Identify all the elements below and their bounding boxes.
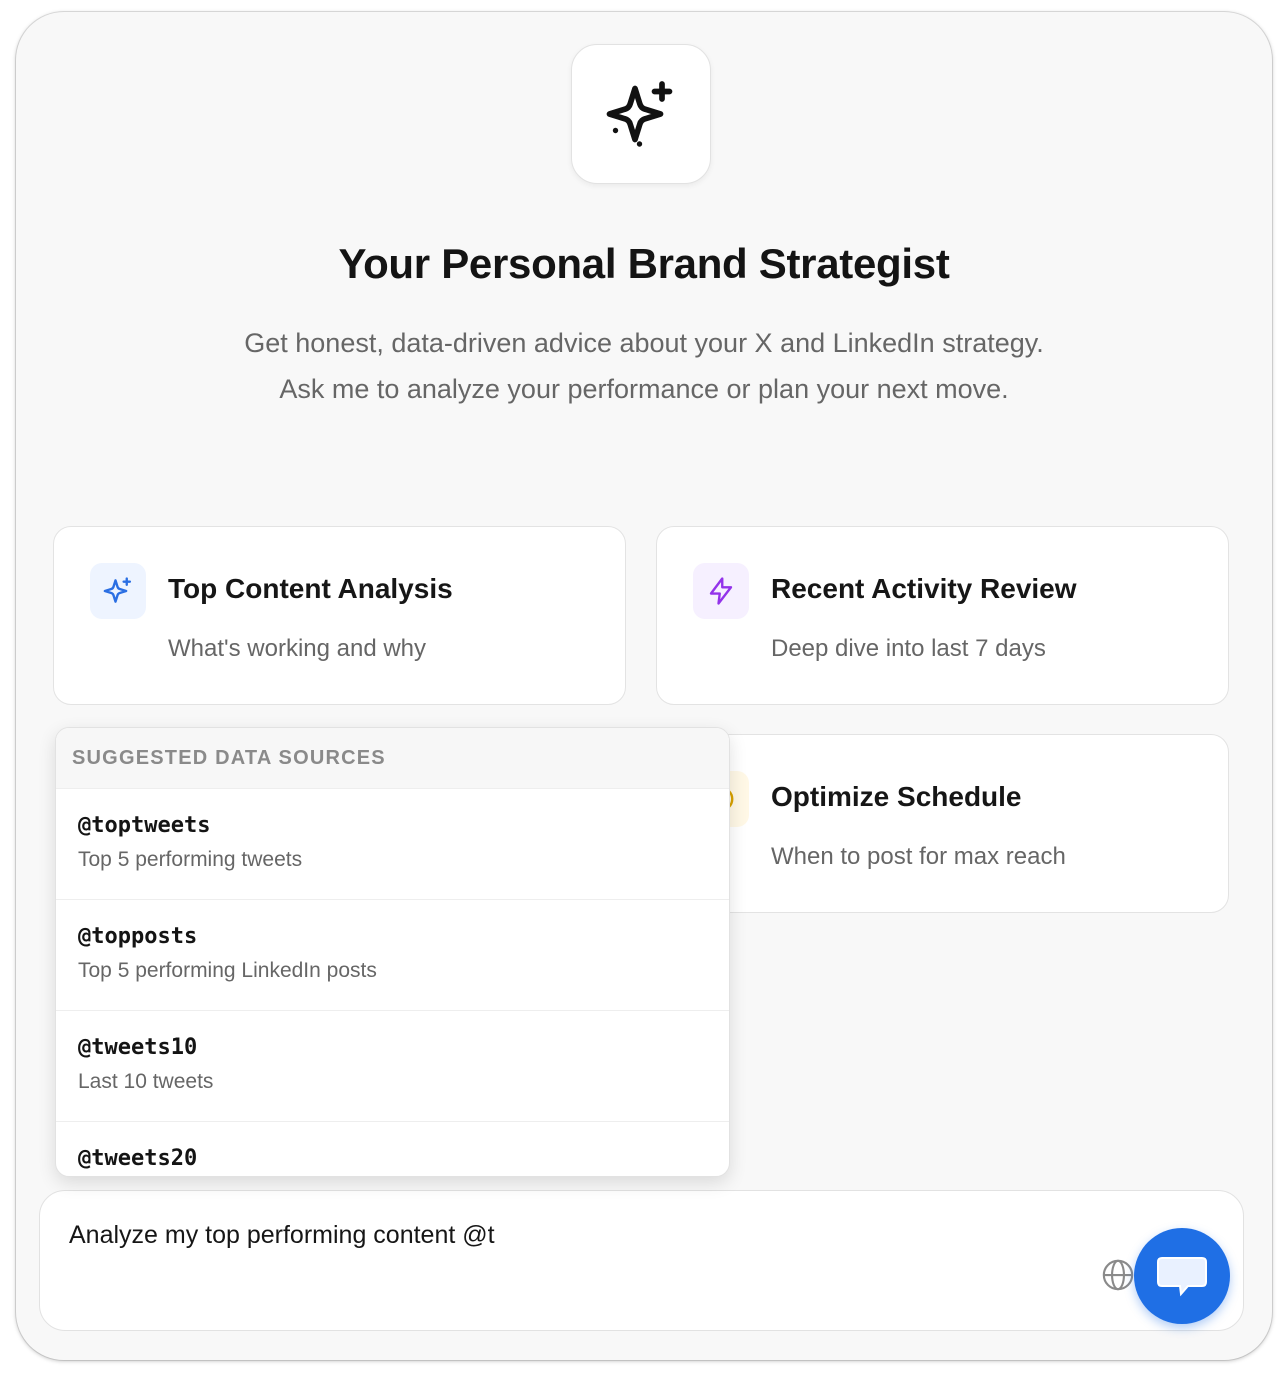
- suggestion-description: Last 10 tweets: [78, 1070, 214, 1093]
- card-description: What's working and why: [168, 635, 427, 662]
- page-title: Your Personal Brand Strategist: [338, 240, 950, 287]
- suggestions-header: SUGGESTED DATA SOURCES: [56, 728, 729, 788]
- card-optimize-schedule[interactable]: Optimize Schedule When to post for max r…: [656, 734, 1229, 913]
- hero-sparkles-icon: [571, 44, 711, 184]
- send-message-icon: [1154, 1252, 1210, 1300]
- send-button[interactable]: [1134, 1228, 1230, 1324]
- card-title: Optimize Schedule: [771, 781, 1022, 812]
- sparkles-icon: [90, 563, 146, 619]
- card-description: Deep dive into last 7 days: [771, 635, 1046, 662]
- suggestion-item-topposts[interactable]: @topposts Top 5 performing LinkedIn post…: [56, 899, 729, 1010]
- suggestions-dropdown: SUGGESTED DATA SOURCES @toptweets Top 5 …: [55, 727, 730, 1177]
- globe-icon[interactable]: [1100, 1257, 1136, 1293]
- suggestion-item-tweets10[interactable]: @tweets10 Last 10 tweets: [56, 1010, 729, 1121]
- suggestion-item-tweets20[interactable]: @tweets20: [56, 1121, 729, 1176]
- suggestion-description: Top 5 performing LinkedIn posts: [78, 959, 377, 982]
- suggestion-command: @toptweets: [78, 813, 211, 838]
- message-input[interactable]: Analyze my top performing content @t: [69, 1221, 495, 1250]
- suggestion-command: @tweets10: [78, 1035, 198, 1060]
- card-top-content-analysis[interactable]: Top Content Analysis What's working and …: [53, 526, 626, 705]
- lightning-icon: [693, 563, 749, 619]
- suggestion-command: @tweets20: [78, 1146, 198, 1171]
- app-window: Your Personal Brand Strategist Get hones…: [16, 12, 1272, 1360]
- suggestion-command: @topposts: [78, 924, 198, 949]
- message-composer[interactable]: Analyze my top performing content @t: [39, 1190, 1244, 1331]
- card-title: Top Content Analysis: [168, 573, 453, 604]
- card-recent-activity-review[interactable]: Recent Activity Review Deep dive into la…: [656, 526, 1229, 705]
- card-title: Recent Activity Review: [771, 573, 1077, 604]
- card-description: When to post for max reach: [771, 843, 1066, 870]
- footer-hint: [16, 1350, 1272, 1360]
- page-subtitle: Get honest, data-driven advice about you…: [244, 328, 1044, 404]
- suggestion-description: Top 5 performing tweets: [78, 848, 303, 871]
- suggestion-item-toptweets[interactable]: @toptweets Top 5 performing tweets: [56, 788, 729, 899]
